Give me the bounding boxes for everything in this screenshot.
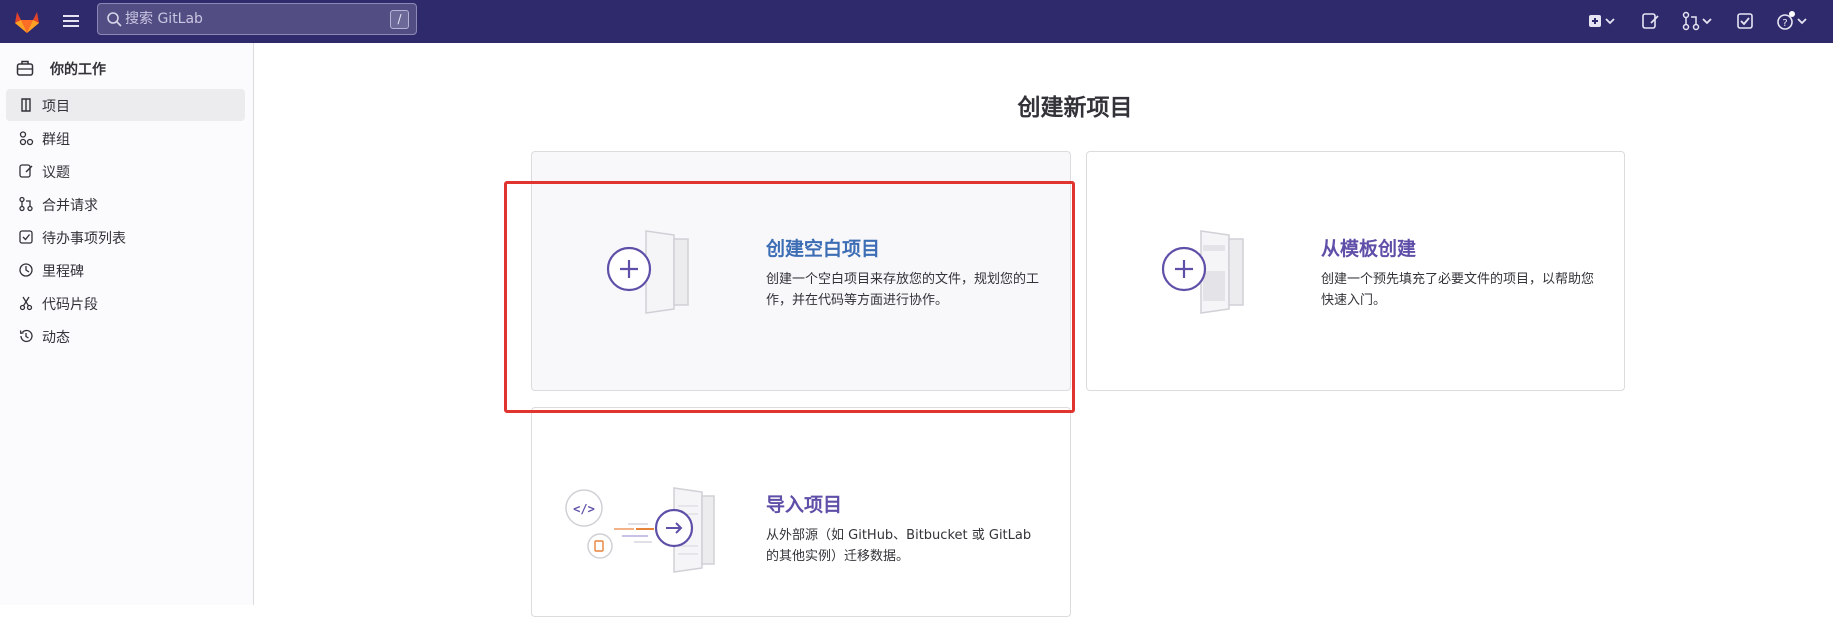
sidebar-item-activity[interactable]: 动态	[6, 320, 245, 352]
template-project-desc-line1: 创建一个预先填充了必要文件的项目，以帮助您	[1321, 272, 1595, 287]
search-shortcut-key: /	[390, 10, 409, 29]
import-project-title[interactable]: 导入项目	[766, 490, 842, 517]
hamburger-icon[interactable]	[60, 10, 82, 32]
sidebar-item-todos[interactable]: 待办事项列表	[6, 221, 245, 253]
sidebar-item-label: 动态	[42, 330, 70, 346]
import-project-card[interactable]: </> 导入项目 从外部源（如 GitHub、Bitbucket 或 GitLa…	[531, 407, 1071, 617]
sidebar-header: 你的工作	[16, 56, 246, 82]
sidebar: 你的工作 项目 群组 议题 合并请求 待办事项列表 里程碑 代码片段 动态	[0, 43, 254, 605]
sidebar-item-milestones[interactable]: 里程碑	[6, 254, 245, 286]
gitlab-logo-icon[interactable]	[12, 6, 42, 36]
group-icon	[19, 131, 34, 146]
todo-icon[interactable]	[1735, 9, 1757, 33]
svg-text:</>: </>	[573, 502, 595, 516]
issues-icon[interactable]	[1640, 9, 1662, 33]
template-project-card[interactable]: 从模板创建 创建一个预先填充了必要文件的项目，以帮助您 快速入门。	[1086, 151, 1625, 391]
template-project-title[interactable]: 从模板创建	[1321, 234, 1416, 261]
template-project-desc-line2: 快速入门。	[1321, 293, 1387, 308]
help-icon[interactable]: ?	[1774, 9, 1810, 33]
sidebar-header-label: 你的工作	[50, 62, 106, 78]
history-icon	[19, 329, 33, 343]
merge-request-icon[interactable]	[1681, 9, 1715, 33]
top-bar: / ?	[0, 0, 1833, 43]
sidebar-item-projects[interactable]: 项目	[6, 89, 245, 121]
sidebar-item-label: 待办事项列表	[42, 231, 126, 247]
highlight-box	[504, 181, 1075, 413]
search-input[interactable]	[125, 8, 375, 30]
sidebar-item-issues[interactable]: 议题	[6, 155, 245, 187]
briefcase-icon	[16, 60, 34, 76]
scissors-icon	[19, 296, 33, 311]
import-project-desc-line1: 从外部源（如 GitHub、Bitbucket 或 GitLab	[766, 528, 1032, 543]
sidebar-item-label: 项目	[42, 99, 70, 115]
import-project-desc-line2: 的其他实例）迁移数据。	[766, 549, 910, 564]
sidebar-item-label: 合并请求	[42, 198, 98, 214]
search-icon	[107, 12, 122, 27]
import-project-illustration: </>	[565, 487, 715, 573]
project-icon	[21, 98, 31, 112]
sidebar-item-merge-requests[interactable]: 合并请求	[6, 188, 245, 220]
sidebar-item-label: 议题	[42, 165, 70, 181]
template-project-illustration	[1161, 230, 1244, 314]
issues-icon	[19, 164, 33, 178]
sidebar-item-label: 里程碑	[42, 264, 84, 280]
page-title: 创建新项目	[1017, 95, 1133, 121]
sidebar-item-label: 群组	[42, 132, 70, 148]
todo-icon	[19, 230, 33, 244]
clock-icon	[19, 263, 33, 277]
merge-request-icon	[19, 196, 33, 212]
svg-text:?: ?	[1782, 18, 1787, 29]
search-box[interactable]: /	[97, 3, 417, 35]
sidebar-item-groups[interactable]: 群组	[6, 122, 245, 154]
sidebar-item-snippets[interactable]: 代码片段	[6, 287, 245, 319]
sidebar-item-label: 代码片段	[42, 297, 98, 313]
plus-square-icon[interactable]	[1587, 9, 1621, 33]
